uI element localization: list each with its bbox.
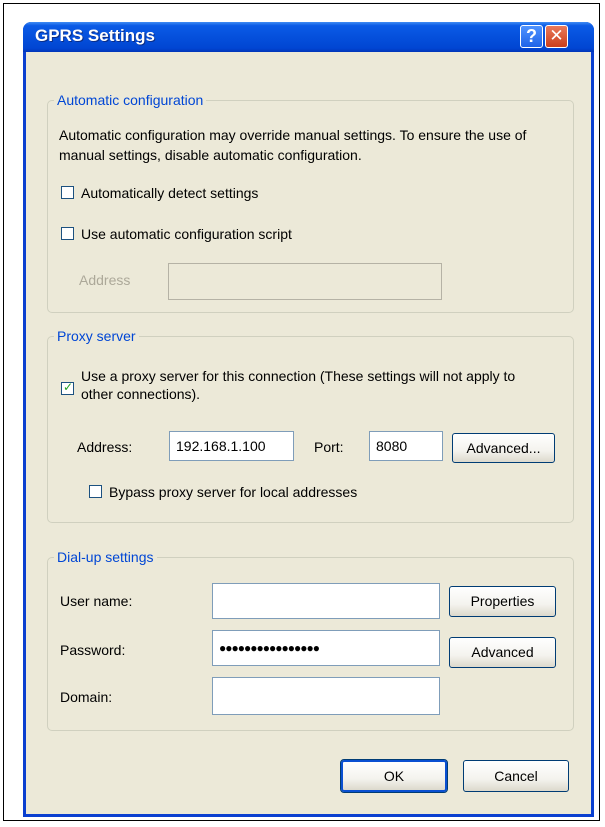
username-field[interactable] (212, 583, 440, 619)
check-icon: ✓ (63, 380, 74, 394)
cancel-button[interactable]: Cancel (463, 760, 569, 792)
close-button[interactable]: ✕ (545, 25, 568, 48)
dialup-settings-legend: Dial-up settings (54, 549, 157, 565)
bypass-local-checkbox[interactable] (89, 485, 102, 498)
proxy-advanced-button[interactable]: Advanced... (452, 433, 555, 463)
auto-script-label[interactable]: Use automatic configuration script (81, 225, 292, 243)
auto-detect-checkbox[interactable] (61, 186, 74, 199)
dialup-settings-group: Dial-up settings User name: Properties P… (47, 549, 574, 731)
auto-config-group: Automatic configuration Automatic config… (47, 92, 574, 313)
proxy-server-legend: Proxy server (54, 328, 139, 344)
dialog-title: GPRS Settings (35, 26, 155, 45)
proxy-port-field[interactable]: 8080 (369, 431, 443, 461)
proxy-port-label: Port: (314, 439, 344, 455)
auto-config-legend: Automatic configuration (54, 92, 207, 108)
password-label: Password: (60, 642, 126, 658)
domain-label: Domain: (60, 689, 113, 705)
help-button[interactable]: ? (520, 25, 543, 48)
auto-script-checkbox[interactable] (61, 227, 74, 240)
proxy-server-group: Proxy server ✓ Use a proxy server for th… (47, 328, 574, 523)
auto-detect-label[interactable]: Automatically detect settings (81, 184, 258, 202)
ok-button[interactable]: OK (340, 759, 448, 793)
username-label: User name: (60, 593, 133, 609)
properties-button[interactable]: Properties (449, 586, 556, 617)
use-proxy-label[interactable]: Use a proxy server for this connection (… (81, 367, 541, 403)
dialup-advanced-button[interactable]: Advanced (449, 637, 556, 668)
help-icon: ? (526, 26, 537, 46)
password-field[interactable]: ●●●●●●●●●●●●●●●● (212, 630, 440, 666)
bypass-local-label[interactable]: Bypass proxy server for local addresses (109, 483, 357, 501)
auto-address-label: Address (79, 272, 131, 288)
auto-config-description: Automatic configuration may override man… (59, 127, 527, 163)
title-bar[interactable]: GPRS Settings ? ✕ (23, 22, 594, 52)
gprs-settings-dialog: GPRS Settings ? ✕ Automatic configuratio… (23, 22, 594, 817)
close-icon: ✕ (549, 26, 564, 45)
use-proxy-checkbox[interactable]: ✓ (61, 380, 74, 395)
proxy-address-label: Address: (77, 439, 133, 455)
domain-field[interactable] (212, 677, 440, 715)
dialog-body: Automatic configuration Automatic config… (26, 52, 591, 814)
auto-address-field (168, 263, 442, 300)
proxy-address-field[interactable]: 192.168.1.100 (169, 431, 294, 461)
